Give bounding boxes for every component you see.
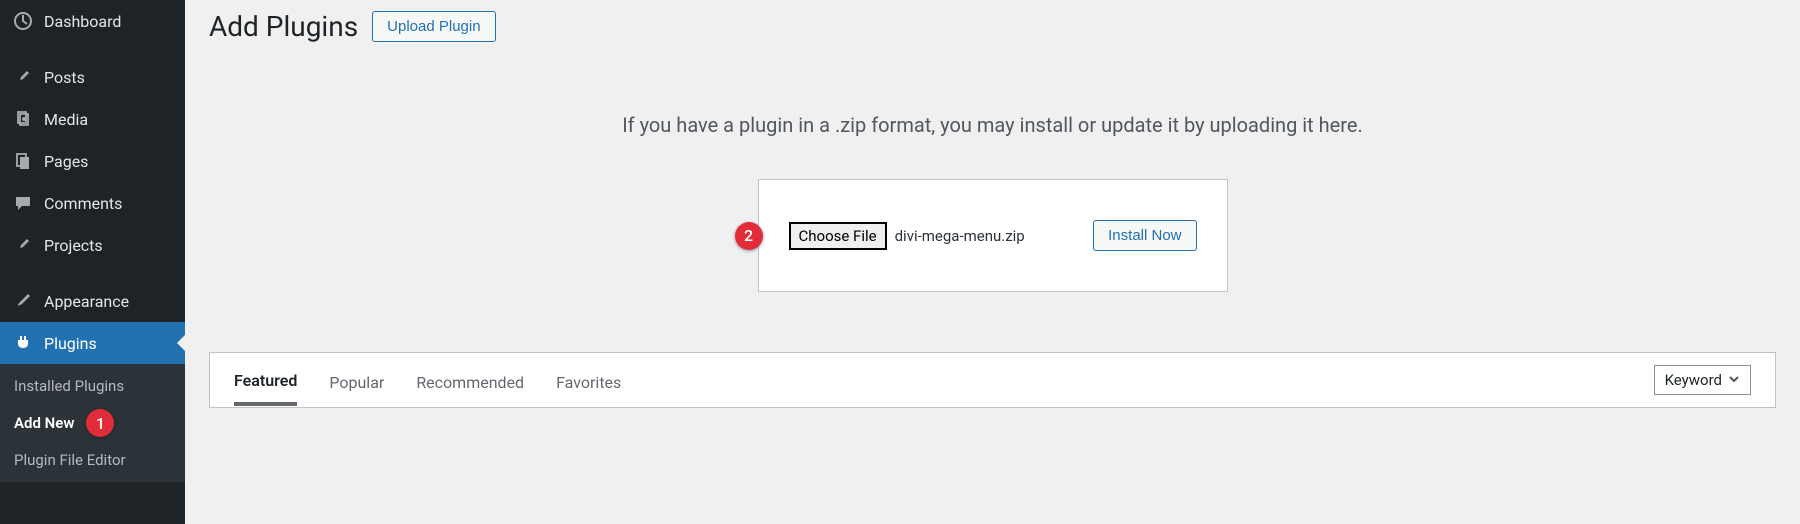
sidebar-item-comments[interactable]: Comments	[0, 182, 185, 224]
sidebar-item-label: Media	[44, 110, 88, 129]
sidebar-item-appearance[interactable]: Appearance	[0, 280, 185, 322]
sidebar-item-label: Appearance	[44, 292, 129, 311]
plugin-filter-bar: Featured Popular Recommended Favorites K…	[209, 352, 1776, 408]
pin-icon	[12, 66, 34, 88]
filter-tab-recommended[interactable]: Recommended	[416, 357, 524, 404]
sidebar-item-pages[interactable]: Pages	[0, 140, 185, 182]
sidebar-item-plugins[interactable]: Plugins	[0, 322, 185, 364]
sidebar-item-label: Pages	[44, 152, 88, 171]
file-input-group: Choose File divi-mega-menu.zip	[789, 222, 1025, 250]
filter-tabs: Featured Popular Recommended Favorites	[234, 353, 621, 407]
install-now-button[interactable]: Install Now	[1093, 220, 1196, 251]
submenu-plugin-file-editor[interactable]: Plugin File Editor	[0, 444, 185, 476]
sidebar-item-label: Dashboard	[44, 12, 121, 31]
upload-box: 2 Choose File divi-mega-menu.zip Install…	[758, 179, 1228, 292]
sidebar-item-label: Plugins	[44, 334, 97, 353]
sidebar-item-media[interactable]: Media	[0, 98, 185, 140]
admin-sidebar: Dashboard Posts Media Pages Comments Pro…	[0, 0, 185, 524]
chevron-down-icon	[1728, 371, 1740, 389]
sidebar-item-dashboard[interactable]: Dashboard	[0, 0, 185, 42]
search-type-select[interactable]: Keyword	[1654, 365, 1751, 395]
plug-icon	[12, 332, 34, 354]
submenu-add-new[interactable]: Add New 1	[0, 402, 185, 444]
annotation-badge-2: 2	[735, 222, 763, 250]
pin-icon	[12, 234, 34, 256]
plugins-submenu: Installed Plugins Add New 1 Plugin File …	[0, 364, 185, 482]
choose-file-button[interactable]: Choose File	[789, 222, 887, 250]
page-title: Add Plugins	[209, 10, 358, 43]
sidebar-item-projects[interactable]: Projects	[0, 224, 185, 266]
main-content: Add Plugins Upload Plugin If you have a …	[185, 0, 1800, 524]
sidebar-item-label: Posts	[44, 68, 85, 87]
submenu-item-label: Plugin File Editor	[14, 451, 126, 469]
upload-instruction: If you have a plugin in a .zip format, y…	[209, 113, 1776, 137]
upload-plugin-button[interactable]: Upload Plugin	[372, 11, 495, 42]
filter-tab-featured[interactable]: Featured	[234, 355, 297, 406]
sidebar-item-posts[interactable]: Posts	[0, 56, 185, 98]
annotation-badge-1: 1	[86, 409, 114, 437]
comment-icon	[12, 192, 34, 214]
sidebar-item-label: Comments	[44, 194, 122, 213]
submenu-item-label: Add New	[14, 414, 74, 432]
sidebar-item-label: Projects	[44, 236, 103, 255]
submenu-item-label: Installed Plugins	[14, 377, 124, 395]
search-type-label: Keyword	[1665, 371, 1722, 389]
brush-icon	[12, 290, 34, 312]
page-header: Add Plugins Upload Plugin	[209, 10, 1776, 43]
dashboard-icon	[12, 10, 34, 32]
page-icon	[12, 150, 34, 172]
filter-tab-favorites[interactable]: Favorites	[556, 357, 621, 404]
filter-tab-popular[interactable]: Popular	[329, 357, 384, 404]
selected-file-name: divi-mega-menu.zip	[895, 227, 1025, 245]
submenu-installed-plugins[interactable]: Installed Plugins	[0, 370, 185, 402]
media-icon	[12, 108, 34, 130]
